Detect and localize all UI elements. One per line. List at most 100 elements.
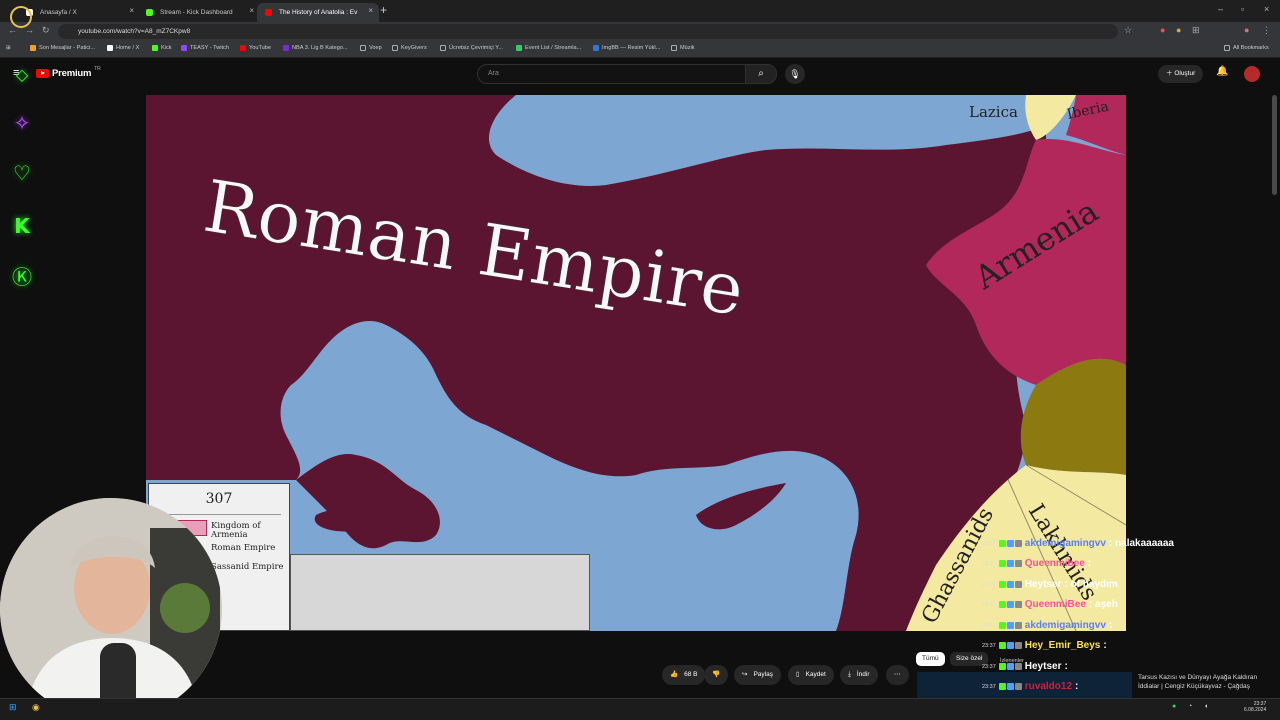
chat-message: 23:37 Heytser: [982, 661, 1068, 672]
chat-message: 23:37 ruvaldo12: [982, 681, 1078, 692]
url-field[interactable]: youtube.com/watch?v=A8_mZ7CKpw8 [58, 24, 1118, 39]
avatar[interactable] [1244, 66, 1260, 82]
minimize-icon[interactable]: – [1218, 4, 1223, 14]
bookmark-folder[interactable]: KeyGivers [392, 45, 427, 51]
bookmark-item[interactable]: YouTube [240, 45, 271, 51]
heart-icon: ♡ [13, 163, 31, 185]
bookmark-folder[interactable]: Voep [360, 45, 382, 51]
sparkle-icon: ✧ [13, 113, 31, 135]
extension-icon[interactable]: ● [1176, 25, 1181, 35]
windows-taskbar: ⊞ ◉ ● ◔ ◖ 23:37 6.08.2024 [0, 698, 1280, 720]
sub-badge-icon [1006, 642, 1014, 649]
share-button[interactable]: ↪ Paylaş [734, 665, 781, 685]
overlay-panel [290, 554, 590, 631]
window-close-icon[interactable]: × [1264, 4, 1269, 14]
tab-x-home[interactable]: Anasayfa / X × [18, 3, 140, 22]
bookmark-item[interactable]: Son Mesajlar - Patici... [30, 45, 95, 51]
chat-timestamp: 23:37 [982, 560, 996, 567]
close-icon[interactable]: × [129, 6, 134, 15]
bookmark-label: Home / X [116, 45, 140, 51]
new-tab-button[interactable]: + [380, 3, 387, 17]
bookmark-item[interactable]: ImgBB — Resim Yükl... [593, 45, 660, 51]
kick-badge-icon [998, 560, 1006, 567]
filter-chip-all[interactable]: Tümü [916, 652, 945, 666]
mod-badge-icon [1014, 581, 1022, 588]
menu-icon[interactable]: ⋮ [1262, 25, 1271, 36]
tray-icon[interactable]: ● [1172, 703, 1176, 710]
bookmark-label: TEASY - Twitch [190, 45, 229, 51]
like-button[interactable]: 👍 68 B [662, 665, 706, 685]
chat-username: ruvaldo12 [1024, 681, 1073, 692]
tab-kick-dashboard[interactable]: Stream - Kick Dashboard × [138, 3, 260, 22]
chat-timestamp: 23:37 [982, 642, 996, 649]
dislike-button[interactable]: 👎 [704, 665, 729, 685]
mod-badge-icon [1014, 622, 1022, 629]
bell-icon[interactable]: 🔔 [1216, 66, 1228, 77]
chat-timestamp: 23:37 [982, 601, 996, 608]
tab-label: Anasayfa / X [40, 9, 77, 16]
tab-label: The History of Anatolia : Ev [279, 9, 358, 16]
all-bookmarks[interactable]: All Bookmarks [1224, 45, 1269, 51]
windows-start-icon[interactable]: ⊞ [9, 702, 17, 713]
bookmark-item[interactable]: TEASY - Twitch [181, 45, 229, 51]
bookmarks-bar: ⊞ Son Mesajlar - Patici... Home / X Kick… [0, 41, 1280, 58]
profile-icon[interactable]: ● [1244, 25, 1249, 35]
chat-username: Heytser [1024, 661, 1062, 672]
create-button[interactable]: ＋ Oluştur [1158, 65, 1204, 83]
bookmark-item[interactable]: NBA 3. Lig B Katego... [283, 45, 348, 51]
address-bar-row: ← → ↻ youtube.com/watch?v=A8_mZ7CKpw8 ☆ … [0, 22, 1280, 41]
reload-icon[interactable]: ↻ [42, 25, 50, 36]
page-scrollbar[interactable] [1272, 95, 1277, 195]
search-input[interactable]: Ara [477, 64, 777, 84]
mic-icon: 🎙 [789, 69, 801, 79]
chat-username: akdemigamingvv [1024, 620, 1106, 631]
kick-badge-icon [998, 601, 1006, 608]
download-button[interactable]: ⤓ İndir [840, 665, 878, 685]
more-button[interactable]: ⋯ [886, 665, 909, 685]
bookmark-folder[interactable]: Ücretsiz Çevrimiçi Y... [440, 45, 503, 51]
tab-youtube-video[interactable]: The History of Anatolia : Ev × [257, 3, 379, 22]
bookmark-label: NBA 3. Lig B Katego... [292, 45, 348, 51]
close-icon[interactable]: × [249, 6, 254, 15]
bookmark-item[interactable]: Home / X [107, 45, 139, 51]
bookmark-folder[interactable]: Müzik [671, 45, 695, 51]
star-icon[interactable]: ☆ [1124, 25, 1132, 36]
chat-message: 23:37 akdemigamingvv: nalakaaaaaa [982, 538, 1174, 549]
mod-badge-icon [1014, 642, 1022, 649]
save-button[interactable]: ▯ Kaydet [788, 665, 834, 685]
video-player[interactable]: Roman Empire Lazica Iberia Armenia Ghass… [146, 95, 1126, 631]
volume-icon[interactable]: ◖ [1204, 703, 1208, 710]
save-label: Kaydet [805, 671, 826, 678]
folder-icon [440, 45, 446, 51]
extensions-icon[interactable]: ⊞ [1192, 25, 1200, 36]
chat-text: : nalakaaaaaa [1108, 538, 1174, 549]
folder-icon [360, 45, 366, 51]
bookmark-label: KeyGivers [401, 45, 427, 51]
clock[interactable]: 23:37 6.08.2024 [1244, 701, 1266, 713]
voice-search-button[interactable]: 🎙 [785, 64, 805, 84]
tab-label: Stream - Kick Dashboard [160, 9, 233, 16]
sub-badge-icon [1006, 560, 1014, 567]
search-button[interactable]: ⌕ [745, 64, 777, 84]
folder-icon [671, 45, 677, 51]
bookmark-item[interactable]: Kick [152, 45, 172, 51]
bookmark-item[interactable]: Event List / Streamla... [516, 45, 581, 51]
extension-icon[interactable]: ● [1160, 25, 1165, 35]
thumbs-up-icon: 👍 [670, 671, 679, 678]
bookmark-favicon-icon [152, 45, 158, 51]
kick-badge-icon [998, 683, 1006, 690]
recommended-title[interactable]: Tarsus Kazısı ve Dünyayı Ayağa Kaldıran … [1138, 673, 1268, 691]
chat-message: 23:37 Queenmibee: [982, 558, 1091, 569]
chrome-icon[interactable]: ◉ [32, 702, 40, 713]
close-icon[interactable]: × [368, 6, 373, 15]
download-label: İndir [856, 671, 870, 678]
folder-icon [1224, 45, 1230, 51]
chat-text: : [1103, 640, 1107, 651]
chat-badges [998, 622, 1022, 629]
apps-icon[interactable]: ⊞ [6, 45, 11, 51]
chat-badges [998, 642, 1022, 649]
maximize-icon[interactable]: ▫ [1241, 4, 1244, 14]
network-icon[interactable]: ◔ [1188, 703, 1192, 710]
kick-logo-icon: K [14, 214, 30, 238]
chat-timestamp: 23:37 [982, 622, 996, 629]
